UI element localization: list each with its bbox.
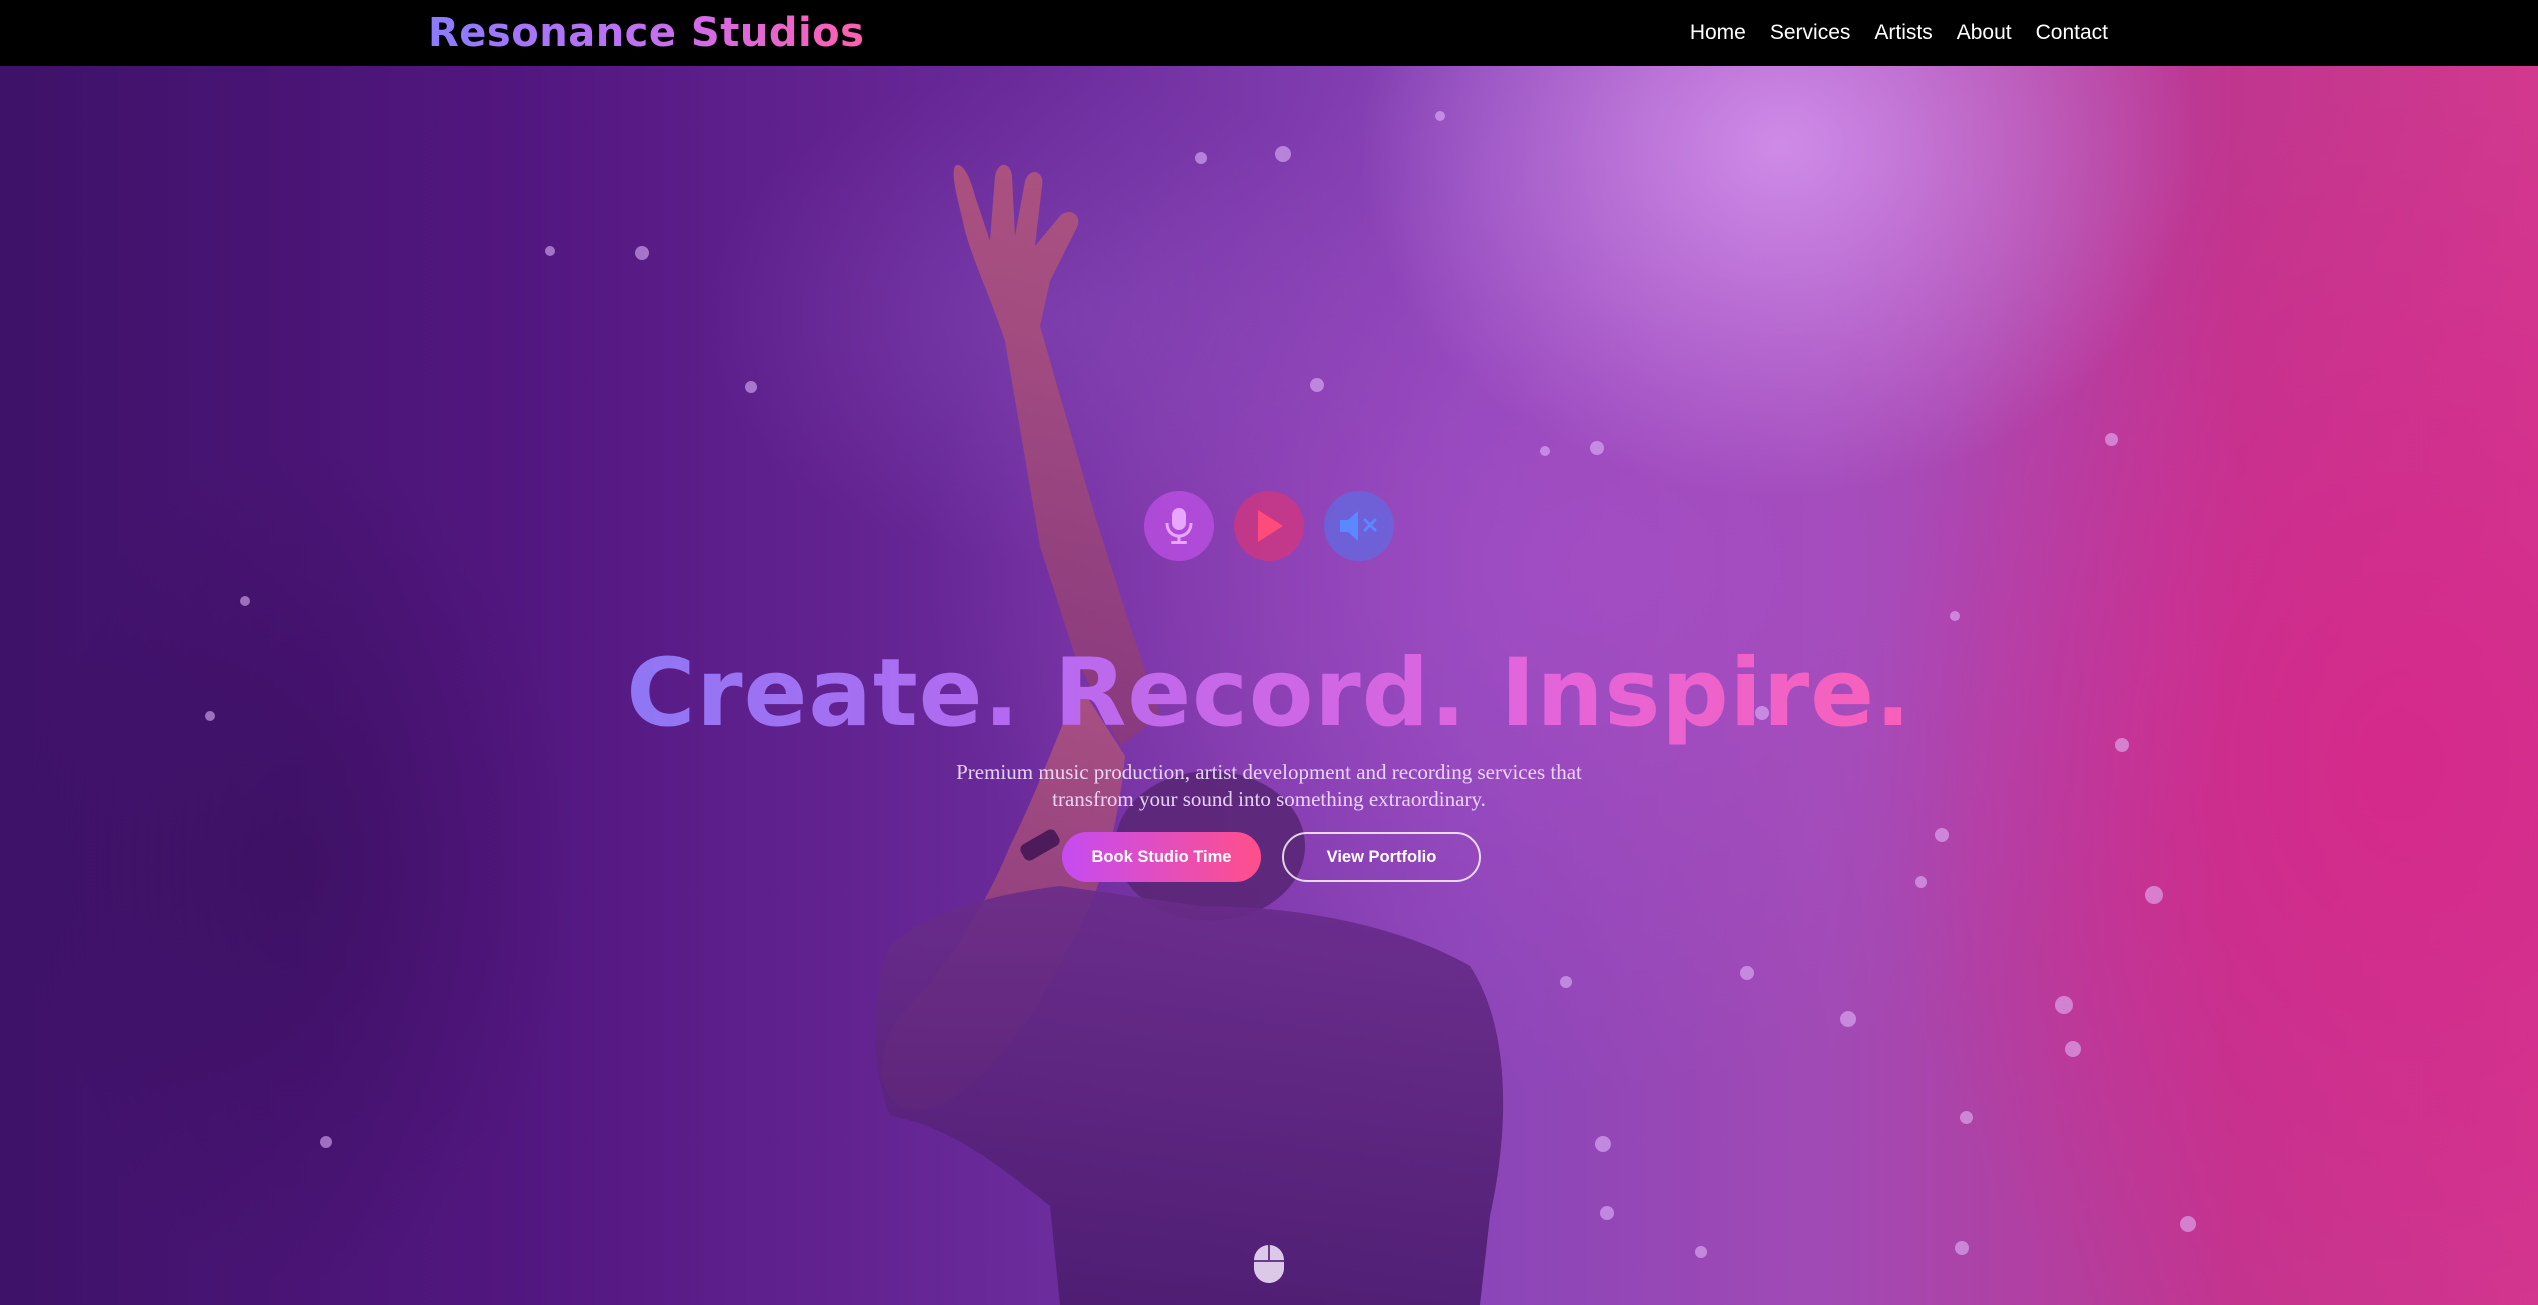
- hero-headline: Create. Record. Inspire.: [0, 634, 2538, 754]
- nav-item-artists[interactable]: Artists: [1874, 21, 1932, 45]
- headline-word-inspire: Inspire.: [1500, 639, 1912, 748]
- nav-item-about[interactable]: About: [1957, 21, 2012, 45]
- brand-logo[interactable]: Resonance Studios: [428, 6, 864, 60]
- play-icon[interactable]: [1234, 491, 1304, 561]
- hero-cta-row: Book Studio Time View Portfolio: [0, 832, 2538, 882]
- main-nav: Home Services Artists About Contact: [1690, 0, 2108, 66]
- headline-word-create: Create.: [626, 639, 1021, 748]
- hero-subtext-line-2: transfrom your sound into something extr…: [1052, 787, 1486, 811]
- hero-subtext: Premium music production, artist develop…: [0, 759, 2538, 813]
- mute-icon[interactable]: [1324, 491, 1394, 561]
- nav-item-home[interactable]: Home: [1690, 21, 1746, 45]
- nav-item-services[interactable]: Services: [1770, 21, 1851, 45]
- nav-item-contact[interactable]: Contact: [2036, 21, 2108, 45]
- book-studio-time-button[interactable]: Book Studio Time: [1062, 832, 1261, 882]
- mouse-icon[interactable]: [1252, 1243, 1286, 1285]
- hero-section: Create. Record. Inspire. Premium music p…: [0, 66, 2538, 1305]
- hero-subtext-line-1: Premium music production, artist develop…: [956, 760, 1582, 784]
- hero-icon-row: [0, 491, 2538, 561]
- microphone-icon[interactable]: [1144, 491, 1214, 561]
- view-portfolio-button[interactable]: View Portfolio: [1282, 832, 1481, 882]
- top-navbar: Resonance Studios Home Services Artists …: [0, 0, 2538, 66]
- headline-word-record: Record.: [1053, 639, 1467, 748]
